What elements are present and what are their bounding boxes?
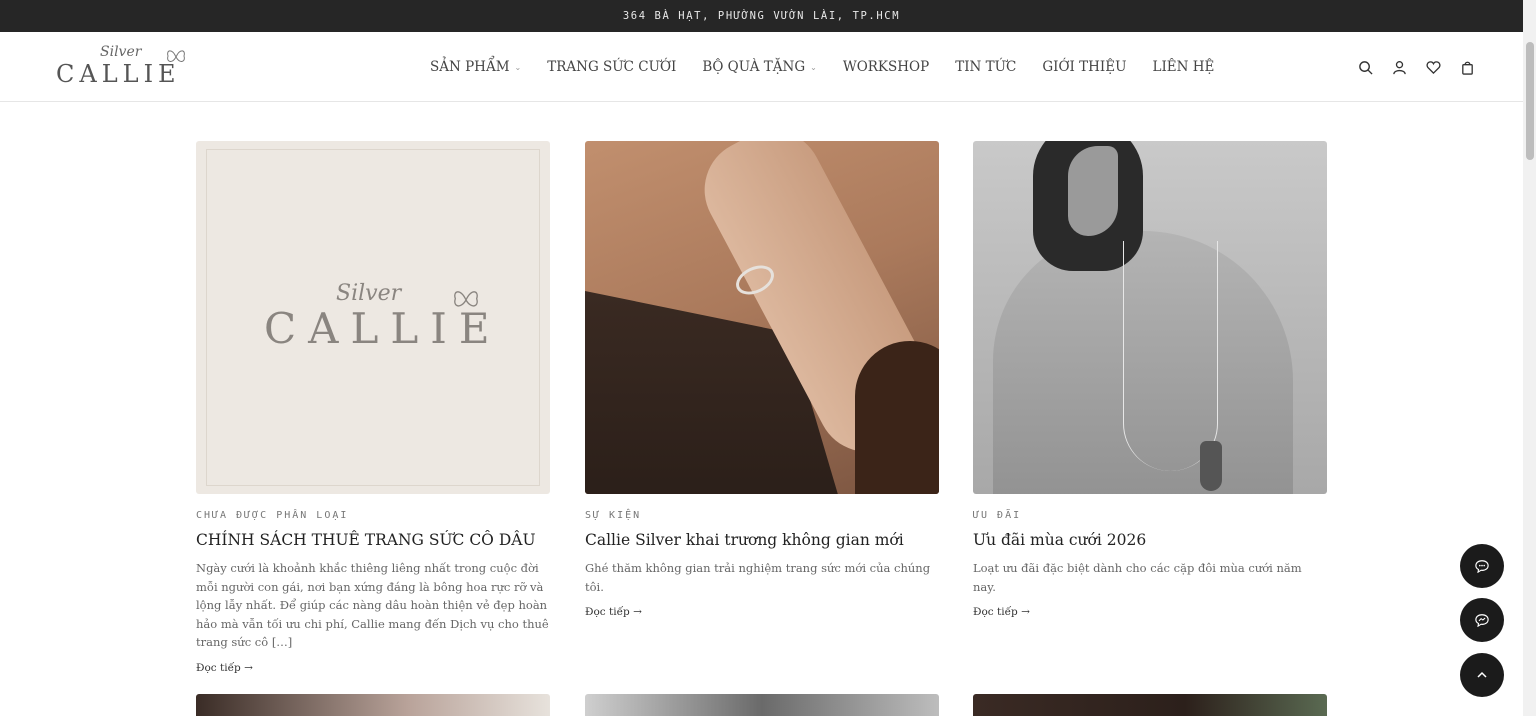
post-thumbnail[interactable]: [585, 694, 939, 716]
post-excerpt: Ghé thăm không gian trải nghiệm trang sứ…: [585, 561, 931, 594]
messenger-icon: [1475, 614, 1489, 627]
thumbnail-logo-script: Silver: [336, 281, 402, 306]
read-more-link[interactable]: Đọc tiếp →: [585, 606, 642, 618]
post-title[interactable]: CHÍNH SÁCH THUÊ TRANG SỨC CÔ DÂU: [196, 530, 550, 550]
chevron-down-icon: ⌄: [514, 62, 522, 72]
cart-bag-icon[interactable]: [1460, 60, 1475, 75]
wishlist-heart-icon[interactable]: [1426, 60, 1441, 75]
nav-label: GIỚI THIỆU: [1042, 59, 1127, 75]
chevron-down-icon: ⌄: [810, 62, 817, 72]
messenger-button[interactable]: [1460, 598, 1504, 642]
photo-necklace-chain: [1123, 241, 1218, 471]
post-thumbnail[interactable]: Silver CALLIE: [196, 141, 550, 494]
nav-item-workshop[interactable]: WORKSHOP: [843, 59, 929, 75]
page-scrollbar[interactable]: [1523, 0, 1536, 716]
post-excerpt: Loạt ưu đãi đặc biệt dành cho các cặp đô…: [973, 561, 1302, 594]
post-title[interactable]: Callie Silver khai trương không gian mới: [585, 530, 939, 550]
butterfly-icon: [167, 50, 185, 62]
logo-script: Silver: [100, 44, 142, 60]
nav-label: BỘ QUÀ TẶNG: [702, 59, 806, 75]
scrollbar-thumb[interactable]: [1526, 42, 1534, 160]
post-card: Silver CALLIE CHƯA ĐƯỢC PHÂN LOẠI CHÍNH …: [196, 141, 550, 675]
main-nav: SẢN PHẨM ⌄ TRANG SỨC CƯỚI BỘ QUÀ TẶNG ⌄ WO…: [430, 32, 1214, 102]
chevron-up-icon: [1477, 671, 1487, 678]
read-more-link[interactable]: Đọc tiếp →: [973, 606, 1030, 618]
photo-face: [1068, 146, 1118, 236]
read-more-link[interactable]: Đọc tiếp →: [196, 662, 253, 674]
post-title[interactable]: Ưu đãi mùa cưới 2026: [973, 530, 1327, 550]
nav-label: LIÊN HỆ: [1152, 59, 1215, 75]
site-logo[interactable]: Silver CALLIE: [56, 44, 188, 90]
back-to-top-button[interactable]: [1460, 653, 1504, 697]
post-category[interactable]: ƯU ĐÃI: [973, 510, 1327, 521]
nav-item-san-pham[interactable]: SẢN PHẨM ⌄: [430, 59, 521, 75]
post-card: SỰ KIỆN Callie Silver khai trương không …: [585, 141, 939, 619]
post-thumbnail[interactable]: [973, 694, 1327, 716]
nav-item-tin-tuc[interactable]: TIN TỨC: [955, 59, 1016, 75]
post-category[interactable]: SỰ KIỆN: [585, 510, 939, 521]
post-excerpt: Ngày cưới là khoảnh khắc thiêng liêng nh…: [196, 561, 549, 650]
search-icon[interactable]: [1358, 60, 1373, 75]
photo-pendant: [1200, 441, 1222, 491]
post-category[interactable]: CHƯA ĐƯỢC PHÂN LOẠI: [196, 510, 550, 521]
nav-label: WORKSHOP: [842, 59, 930, 75]
top-announcement-bar: 364 BÀ HẠT, PHƯỜNG VƯỜN LÀI, TP.HCM: [0, 0, 1523, 32]
nav-item-trang-suc-cuoi[interactable]: TRANG SỨC CƯỚI: [547, 59, 676, 75]
chat-icon: [1475, 560, 1489, 573]
nav-label: SẢN PHẨM: [430, 59, 510, 75]
nav-label: TIN TỨC: [955, 59, 1017, 75]
post-thumbnail[interactable]: [196, 694, 550, 716]
account-icon[interactable]: [1392, 60, 1407, 75]
header-actions: [1358, 32, 1475, 102]
nav-item-lien-he[interactable]: LIÊN HỆ: [1153, 59, 1215, 75]
site-header: Silver CALLIE SẢN PHẨM ⌄ TRANG SỨC CƯỚI B…: [0, 32, 1523, 102]
post-thumbnail[interactable]: [973, 141, 1327, 494]
store-address: 364 BÀ HẠT, PHƯỜNG VƯỜN LÀI, TP.HCM: [622, 10, 901, 22]
butterfly-icon: [454, 291, 478, 307]
chat-button[interactable]: [1460, 544, 1504, 588]
post-thumbnail[interactable]: [585, 141, 939, 494]
nav-label: TRANG SỨC CƯỚI: [547, 59, 677, 75]
nav-item-gioi-thieu[interactable]: GIỚI THIỆU: [1042, 59, 1126, 75]
post-card: ƯU ĐÃI Ưu đãi mùa cưới 2026 Loạt ưu đãi …: [973, 141, 1327, 619]
nav-item-bo-qua-tang[interactable]: BỘ QUÀ TẶNG ⌄: [702, 59, 816, 75]
photo-hair: [855, 341, 939, 494]
logo-word: CALLIE: [56, 60, 181, 88]
